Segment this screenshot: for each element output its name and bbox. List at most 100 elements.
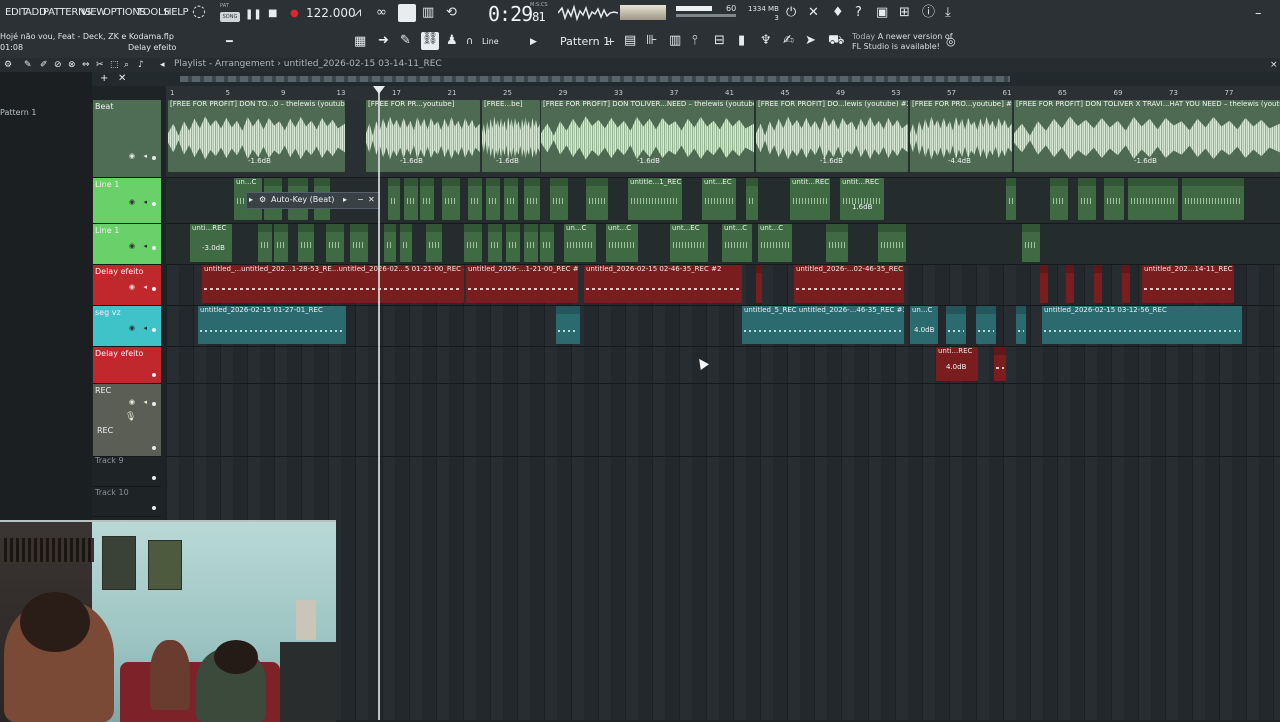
audio-clip[interactable] — [274, 224, 288, 262]
audio-clip[interactable] — [504, 178, 518, 220]
audio-clip[interactable] — [746, 178, 758, 220]
audio-clip[interactable]: [FREE FOR PROFIT] DON TO...0 – thelewis … — [168, 100, 345, 172]
audio-clip[interactable]: unt...C — [758, 224, 792, 262]
audio-clip[interactable] — [488, 224, 502, 262]
track-header-10[interactable]: Track 10 — [93, 486, 161, 517]
record-arm-icon[interactable] — [152, 246, 156, 250]
menu-help[interactable]: HELP — [164, 7, 189, 18]
audio-clip[interactable]: unt...EC — [702, 178, 736, 220]
track-header-delay[interactable]: Delay efeito ◉ ◂ — [93, 265, 161, 306]
stop-icon[interactable]: ■ — [268, 7, 277, 21]
audio-clip[interactable] — [994, 347, 1006, 381]
record-arm-icon[interactable] — [152, 202, 156, 206]
mixer-icon[interactable]: ⫯ — [692, 34, 698, 48]
master-volume-meter[interactable] — [620, 5, 666, 20]
audio-clip[interactable] — [826, 224, 848, 262]
audio-clip[interactable] — [468, 178, 482, 220]
mute-tool-icon[interactable]: ⊗ — [68, 58, 76, 72]
pat-label[interactable]: PAT — [220, 3, 229, 9]
audio-clip[interactable] — [1050, 178, 1068, 220]
audio-clip[interactable] — [756, 265, 762, 303]
menu-icon[interactable]: ⚙ — [4, 58, 12, 72]
tools-icon[interactable]: ✕ — [808, 6, 819, 20]
track-header-line1[interactable]: Line 1 ◉ ◂ — [93, 178, 161, 224]
pattern-picker-item[interactable]: Pattern 1 — [0, 108, 36, 117]
mute-icon[interactable]: ◉ — [129, 398, 135, 406]
audio-clip[interactable]: untit...REC — [790, 178, 830, 220]
play-icon[interactable]: ▸ — [343, 195, 347, 204]
audio-clip[interactable] — [946, 306, 966, 344]
track-header-rec[interactable]: REC ◉ ◂ 🎙 REC — [93, 384, 161, 457]
news-panel[interactable]: Today A newer version of FL Studio is av… — [852, 32, 953, 52]
news-icon[interactable]: ◎ — [946, 35, 956, 49]
plugin-icon[interactable]: ⊞ — [899, 6, 910, 20]
mute-icon[interactable]: ◉ — [129, 152, 135, 160]
mute-icon[interactable]: ◉ — [129, 283, 135, 291]
audio-clip[interactable] — [556, 306, 580, 344]
record-arm-icon[interactable] — [152, 156, 156, 160]
audio-clip[interactable]: un...C 4.0dB — [910, 306, 938, 344]
reset-icon[interactable]: ⏻ — [786, 6, 796, 20]
close-icon[interactable]: ✕ — [368, 195, 375, 204]
track-header-line1-b[interactable]: Line 1 ◉ ◂ — [93, 224, 161, 265]
audio-clip[interactable] — [540, 224, 554, 262]
record-arm-icon[interactable] — [152, 402, 156, 406]
arrow-left-icon[interactable]: ◂ — [160, 58, 165, 72]
collapse-icon[interactable]: ✕ — [118, 72, 126, 86]
track-header-9[interactable]: Track 9 — [93, 456, 161, 487]
audio-clip[interactable] — [1040, 265, 1048, 303]
audio-clip[interactable]: untitled_202...14-11_REC — [1142, 265, 1234, 303]
plug-icon[interactable]: ♆ — [760, 34, 772, 48]
record-arm-icon[interactable] — [152, 373, 156, 377]
microphone-icon[interactable]: ♦ — [832, 6, 844, 20]
track-header-delay-2[interactable]: Delay efeito — [93, 347, 161, 384]
audio-clip[interactable] — [976, 306, 996, 344]
playlist-scrollbar-row[interactable]: + ✕ — [0, 72, 1280, 86]
audio-clip[interactable] — [1016, 306, 1026, 344]
track-header-beat[interactable]: Beat ◉ ◂ — [93, 100, 161, 178]
audio-clip[interactable] — [258, 224, 272, 262]
audio-clip[interactable] — [586, 178, 608, 220]
snap-selector[interactable]: Line — [482, 37, 499, 46]
audio-clip[interactable] — [1094, 265, 1102, 303]
playhead-marker-icon[interactable] — [373, 86, 385, 94]
audio-clip[interactable] — [1128, 178, 1178, 220]
track-header-seg[interactable]: seg vz ◉ ◂ — [93, 306, 161, 347]
tag-icon[interactable]: ➤ — [805, 34, 816, 48]
piano-roll-icon[interactable]: ▦ — [354, 35, 366, 49]
record-arm-icon[interactable] — [152, 476, 156, 480]
audio-clip[interactable] — [1006, 178, 1016, 220]
audio-clip[interactable] — [404, 178, 418, 220]
slice-tool-icon[interactable]: ✂ — [96, 58, 104, 72]
auto-key-popup[interactable]: ▸ ⚙ Auto-Key (Beat) ▸ − ✕ — [246, 192, 380, 209]
mic-icon[interactable]: 🎙 — [125, 412, 136, 422]
slip-tool-icon[interactable]: ⇔ — [82, 58, 90, 72]
pause-icon[interactable]: ❚❚ — [245, 8, 262, 22]
solo-icon[interactable]: ◂ — [143, 242, 147, 250]
browser-icon[interactable]: ⊟ — [714, 34, 725, 48]
solo-icon[interactable]: ◂ — [143, 398, 147, 406]
audio-clip[interactable] — [442, 178, 460, 220]
audio-clip[interactable]: unt...C — [606, 224, 638, 262]
solo-icon[interactable]: ◂ — [143, 283, 147, 291]
audio-clip[interactable] — [326, 224, 344, 262]
cart-icon[interactable]: ⛟ — [828, 34, 844, 48]
wait-input-icon[interactable]: ∞ — [376, 6, 387, 20]
audio-clip[interactable]: untitle...1_REC — [628, 178, 682, 220]
audio-clip[interactable] — [1182, 178, 1244, 220]
channel-rack-icon[interactable]: ⊪ — [646, 34, 657, 48]
audio-clip[interactable]: un...C — [564, 224, 596, 262]
draw-icon[interactable]: ✎ — [400, 34, 411, 48]
loop-record-icon[interactable]: ⟲ — [446, 6, 457, 20]
magnet-icon[interactable]: ∩ — [466, 35, 473, 49]
audio-clip[interactable] — [400, 224, 412, 262]
audio-clip[interactable] — [426, 224, 442, 262]
horizontal-scroll-overview[interactable] — [180, 76, 1010, 82]
song-mode-button[interactable]: SONG — [220, 12, 240, 22]
download-icon[interactable]: ⤓ — [945, 6, 951, 20]
select-tool-icon[interactable]: ⬚ — [110, 58, 119, 72]
record-arm-icon[interactable] — [152, 287, 156, 291]
record-arm-icon[interactable] — [152, 328, 156, 332]
add-track-icon[interactable]: + — [100, 72, 108, 86]
audio-clip[interactable]: untitled_2026-...02-46-35_REC — [794, 265, 904, 303]
